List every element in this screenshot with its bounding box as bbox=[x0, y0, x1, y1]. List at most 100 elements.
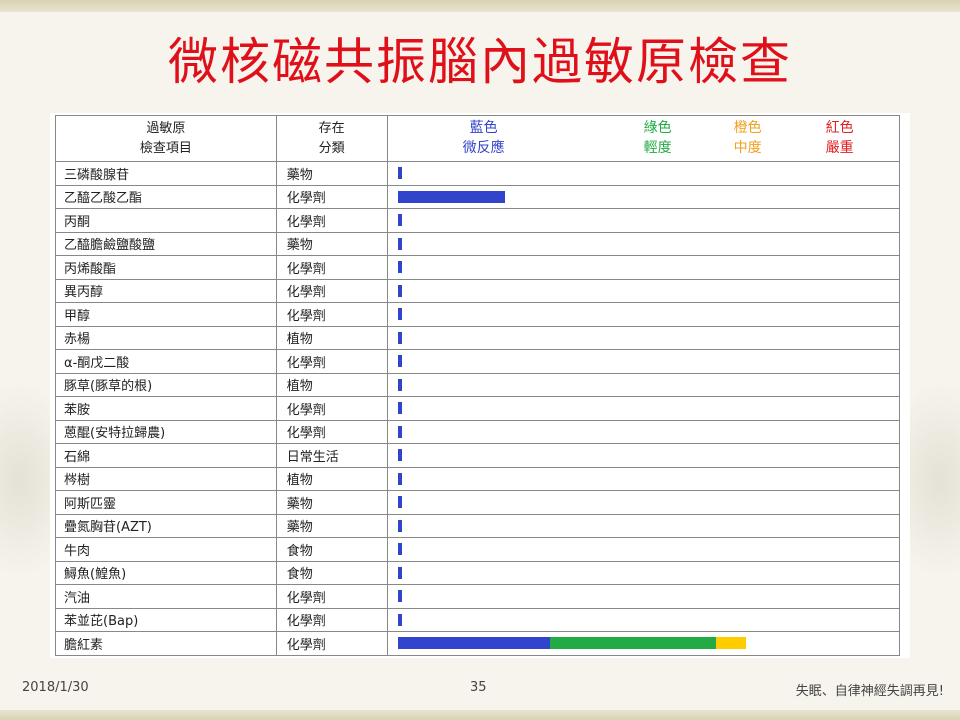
reaction-bar bbox=[388, 397, 898, 419]
reaction-bar-segment bbox=[397, 613, 402, 626]
table-row: 疊氮胸苷(AZT) 藥物 bbox=[55, 513, 901, 538]
table-row: 苯並芘(Bap) 化學劑 bbox=[55, 607, 901, 632]
allergen-category: 化學劑 bbox=[275, 607, 388, 632]
reaction-bar-cell bbox=[386, 584, 901, 609]
legend-red-desc: 嚴重 bbox=[825, 140, 854, 156]
reaction-bar-segment bbox=[397, 190, 505, 203]
header-item-line1: 過敏原 bbox=[146, 120, 186, 136]
reaction-bar-cell bbox=[386, 208, 901, 233]
reaction-bar-segment bbox=[397, 237, 402, 250]
reaction-bar-segment bbox=[397, 496, 402, 508]
allergen-name: 疊氮胸苷(AZT) bbox=[55, 513, 277, 538]
footer-note: 失眠、自律神經失調再見! bbox=[795, 684, 944, 699]
top-band bbox=[0, 0, 960, 12]
allergen-name: 豚草(豚草的根) bbox=[55, 372, 277, 397]
table-row: 膽紅素 化學劑 bbox=[55, 631, 901, 656]
reaction-bar-segment bbox=[549, 637, 717, 649]
allergen-category: 植物 bbox=[275, 372, 388, 397]
table-row: 丙烯酸酯 化學劑 bbox=[55, 255, 901, 280]
allergen-category: 藥物 bbox=[275, 161, 388, 186]
allergen-table: 過敏原 檢查項目 存在 分類 藍色 微反應 綠色 輕度 橙色 中度 紅色 嚴重 … bbox=[55, 115, 901, 656]
legend-red-label: 紅色 bbox=[825, 120, 854, 136]
reaction-bar bbox=[388, 562, 898, 584]
reaction-bar bbox=[388, 256, 898, 278]
header-item-cell: 過敏原 檢查項目 bbox=[55, 115, 277, 162]
legend-orange-label: 橙色 bbox=[733, 120, 762, 136]
reaction-bar bbox=[388, 632, 898, 654]
allergen-name: 汽油 bbox=[55, 584, 277, 609]
reaction-bar bbox=[388, 515, 898, 537]
allergen-category: 化學劑 bbox=[275, 184, 388, 209]
reaction-bar bbox=[388, 609, 898, 631]
reaction-bar-segment bbox=[397, 331, 402, 344]
table-row: 蒽醌(安特拉歸農) 化學劑 bbox=[55, 419, 901, 444]
legend-green-label: 綠色 bbox=[643, 120, 672, 136]
reaction-bar-cell bbox=[386, 607, 901, 632]
reaction-bar-cell bbox=[386, 231, 901, 256]
table-row: 異丙醇 化學劑 bbox=[55, 278, 901, 303]
allergen-name: 丙烯酸酯 bbox=[55, 255, 277, 280]
allergen-name: 異丙醇 bbox=[55, 278, 277, 303]
reaction-bar-cell bbox=[386, 560, 901, 585]
reaction-bar-segment bbox=[397, 590, 402, 602]
reaction-bar bbox=[388, 303, 898, 325]
reaction-bar-segment bbox=[397, 637, 550, 649]
footer-date: 2018/1/30 bbox=[22, 680, 89, 695]
allergen-name: 梣樹 bbox=[55, 466, 277, 491]
allergen-name: 牛肉 bbox=[55, 537, 277, 562]
reaction-bar-segment bbox=[397, 566, 402, 579]
legend-green: 綠色 輕度 bbox=[628, 118, 688, 158]
legend-green-desc: 輕度 bbox=[643, 140, 672, 156]
allergen-name: 丙酮 bbox=[55, 208, 277, 233]
reaction-bar-cell bbox=[386, 537, 901, 562]
reaction-bar-cell bbox=[386, 302, 901, 327]
legend-blue-label: 藍色 bbox=[469, 120, 498, 136]
reaction-bar bbox=[388, 162, 898, 184]
allergen-category: 化學劑 bbox=[275, 349, 388, 374]
allergen-category: 化學劑 bbox=[275, 302, 388, 327]
reaction-bar-cell bbox=[386, 443, 901, 468]
reaction-bar-segment bbox=[397, 543, 402, 555]
legend-blue: 藍色 微反應 bbox=[444, 118, 524, 158]
reaction-bar bbox=[388, 421, 898, 443]
reaction-bar bbox=[388, 209, 898, 231]
allergen-name: 赤楊 bbox=[55, 325, 277, 350]
table-row: 鱘魚(鰉魚) 食物 bbox=[55, 560, 901, 585]
reaction-bar-segment bbox=[397, 519, 402, 532]
reaction-bar-cell bbox=[386, 161, 901, 186]
reaction-bar bbox=[388, 444, 898, 466]
reaction-bar-segment bbox=[397, 214, 402, 226]
reaction-bar-cell bbox=[386, 349, 901, 374]
allergen-name: 鱘魚(鰉魚) bbox=[55, 560, 277, 585]
allergen-category: 藥物 bbox=[275, 231, 388, 256]
reaction-bar bbox=[388, 327, 898, 349]
allergen-category: 化學劑 bbox=[275, 419, 388, 444]
table-row: 乙醯膽鹼鹽酸鹽 藥物 bbox=[55, 231, 901, 256]
reaction-bar bbox=[388, 186, 898, 208]
reaction-bar-segment bbox=[397, 449, 402, 461]
legend-red: 紅色 嚴重 bbox=[810, 118, 870, 158]
reaction-bar-cell bbox=[386, 372, 901, 397]
table-row: 三磷酸腺苷 藥物 bbox=[55, 161, 901, 186]
table-row: 豚草(豚草的根) 植物 bbox=[55, 372, 901, 397]
reaction-bar-segment bbox=[397, 378, 402, 391]
legend-orange: 橙色 中度 bbox=[718, 118, 778, 158]
header-category-line2: 分類 bbox=[318, 140, 345, 156]
reaction-bar bbox=[388, 585, 898, 607]
table-row: 赤楊 植物 bbox=[55, 325, 901, 350]
footer-page-number: 35 bbox=[470, 680, 487, 695]
reaction-bar-cell bbox=[386, 490, 901, 515]
reaction-bar-segment bbox=[397, 167, 402, 179]
reaction-bar-cell bbox=[386, 631, 901, 656]
reaction-bar-segment bbox=[397, 355, 402, 367]
table-row: 牛肉 食物 bbox=[55, 537, 901, 562]
allergen-category: 化學劑 bbox=[275, 278, 388, 303]
allergen-category: 化學劑 bbox=[275, 396, 388, 421]
header-category-line1: 存在 bbox=[318, 120, 345, 136]
slide-title: 微核磁共振腦內過敏原檢查 bbox=[168, 33, 792, 91]
reaction-bar bbox=[388, 491, 898, 513]
table-row: 丙酮 化學劑 bbox=[55, 208, 901, 233]
legend-blue-desc: 微反應 bbox=[462, 140, 505, 156]
allergen-category: 藥物 bbox=[275, 490, 388, 515]
reaction-bar-segment bbox=[397, 284, 402, 297]
